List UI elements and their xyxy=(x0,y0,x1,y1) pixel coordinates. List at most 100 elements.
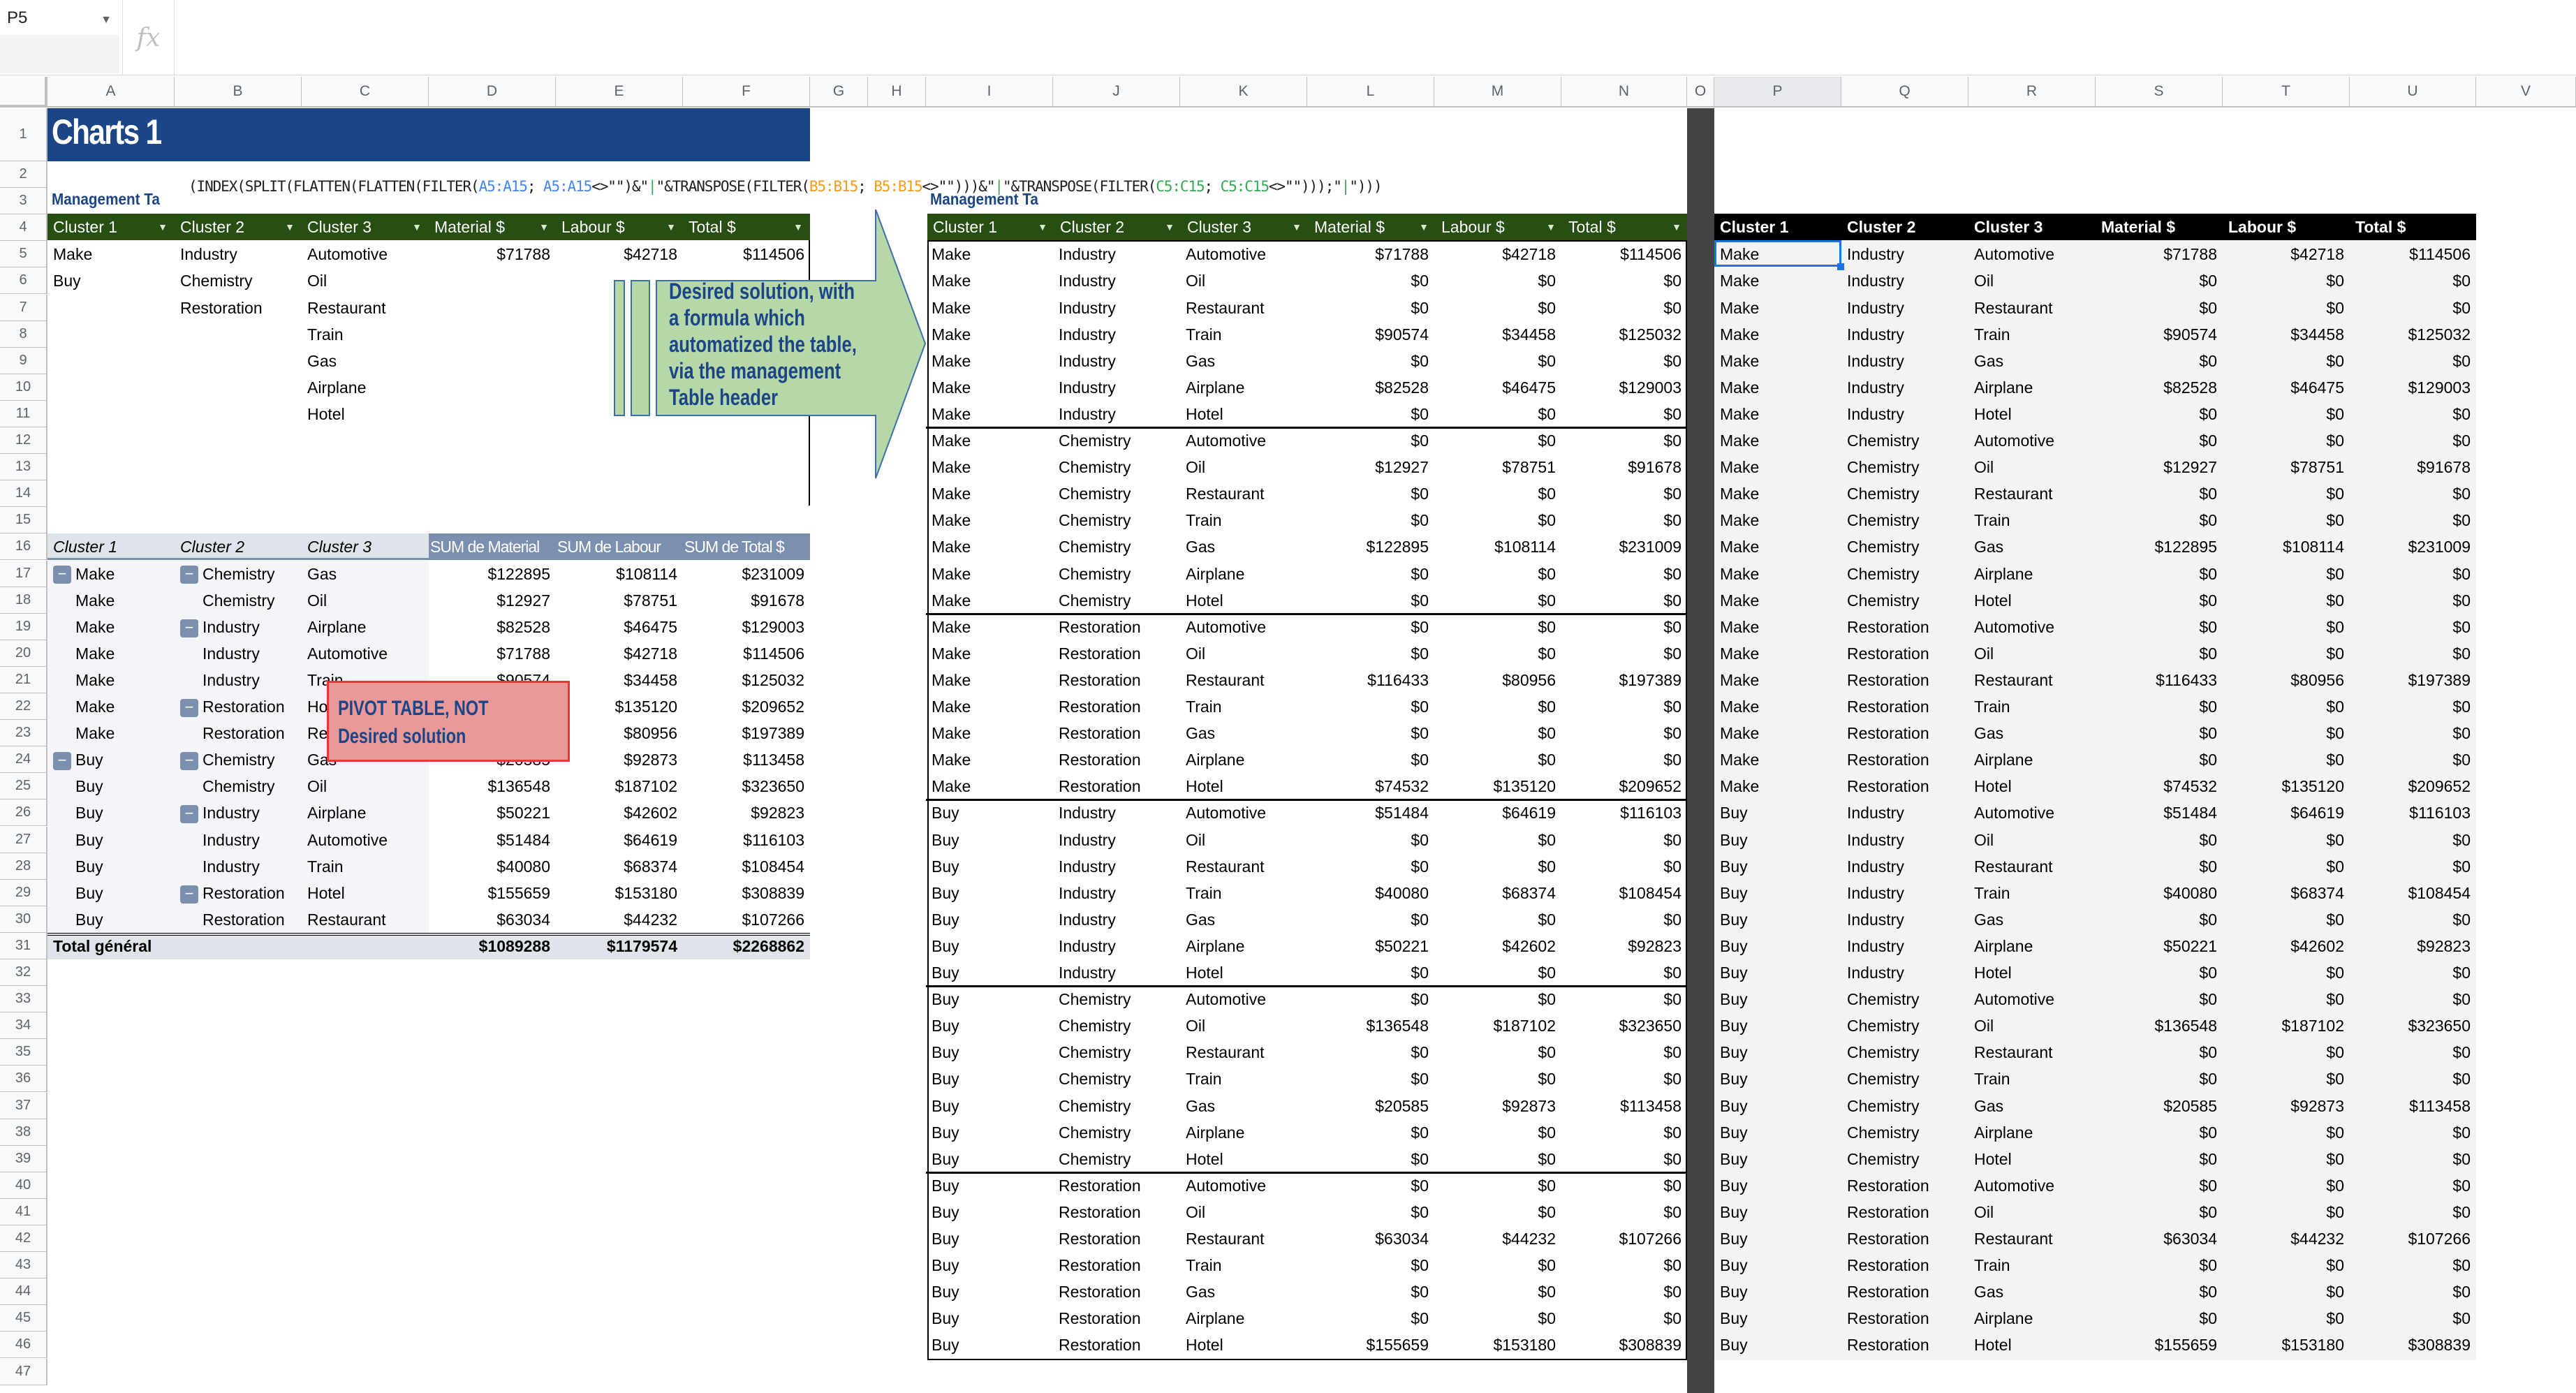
result-cell[interactable]: Hotel xyxy=(1968,1332,2096,1358)
result-cell[interactable]: $0 xyxy=(1307,827,1434,853)
pivot-material-cell[interactable]: $136548 xyxy=(429,773,556,799)
pivot-cluster3-cell[interactable]: Airplane xyxy=(302,799,429,826)
result-cell[interactable]: Hotel xyxy=(1180,1146,1307,1172)
pivot-cluster2-cell[interactable]: − Restoration xyxy=(175,880,302,906)
result-cell[interactable]: $50221 xyxy=(1307,933,1434,959)
result-cell[interactable]: Industry xyxy=(1053,853,1180,880)
result-cell[interactable]: Automotive xyxy=(1968,427,2096,454)
pivot-cluster1-cell[interactable]: Make xyxy=(47,693,175,720)
result-cell[interactable]: $71788 xyxy=(1307,241,1434,267)
header-cluster-1[interactable]: Cluster 1 ▼ xyxy=(927,214,1054,240)
result-cell[interactable]: Restoration xyxy=(1053,720,1180,746)
result-cell[interactable]: Oil xyxy=(1968,454,2096,480)
pivot-labour-cell[interactable]: $92873 xyxy=(556,746,683,773)
result-cell[interactable]: $34458 xyxy=(1434,321,1561,348)
pivot-cluster3-cell[interactable]: Automotive xyxy=(302,640,429,667)
result-cell[interactable]: $0 xyxy=(1307,1146,1434,1172)
result-cell[interactable]: $0 xyxy=(2350,267,2476,294)
result-cell[interactable]: $78751 xyxy=(2223,454,2350,480)
result-cell[interactable]: $74532 xyxy=(1307,773,1434,799)
pivot-cluster1-cell[interactable]: Buy xyxy=(47,853,175,880)
pivot-total-cell[interactable]: $231009 xyxy=(683,561,810,587)
column-header-V[interactable]: V xyxy=(2476,77,2576,108)
result-cell[interactable]: Train xyxy=(1968,321,2096,348)
row-header-26[interactable]: 26 xyxy=(0,799,47,827)
result-cell[interactable]: $0 xyxy=(1307,614,1434,640)
result-cell[interactable]: Buy xyxy=(926,1146,1053,1172)
result-cell[interactable]: $0 xyxy=(1307,959,1434,986)
result-cell[interactable]: $0 xyxy=(2096,720,2223,746)
row-header-5[interactable]: 5 xyxy=(0,241,47,268)
result-cell[interactable]: $0 xyxy=(2096,1066,2223,1092)
column-header-P[interactable]: P xyxy=(1714,77,1841,108)
pivot-cluster1-cell[interactable]: Make xyxy=(47,720,175,746)
result-cell[interactable]: Make xyxy=(926,295,1053,321)
result-cell[interactable]: Industry xyxy=(1841,295,1968,321)
filter-dropdown-icon[interactable]: ▼ xyxy=(412,214,422,240)
row-header-33[interactable]: 33 xyxy=(0,986,47,1013)
result-cell[interactable]: $0 xyxy=(2350,1252,2476,1278)
result-cell[interactable]: Buy xyxy=(926,1039,1053,1066)
result-cell[interactable]: Airplane xyxy=(1968,1119,2096,1146)
row-header-23[interactable]: 23 xyxy=(0,720,47,747)
result-cell[interactable]: $0 xyxy=(1307,1119,1434,1146)
result-cell[interactable]: $0 xyxy=(2096,1252,2223,1278)
result-cell[interactable]: Buy xyxy=(926,933,1053,959)
pivot-total-cell[interactable]: $197389 xyxy=(683,720,810,746)
pivot-cluster2-cell[interactable]: Chemistry xyxy=(175,587,302,614)
pivot-labour-cell[interactable]: $64619 xyxy=(556,827,683,853)
column-header-J[interactable]: J xyxy=(1053,77,1180,108)
result-cell[interactable]: $113458 xyxy=(2350,1093,2476,1119)
row-header-30[interactable]: 30 xyxy=(0,906,47,933)
row-header-41[interactable]: 41 xyxy=(0,1198,47,1225)
result-cell[interactable]: Make xyxy=(1714,720,1841,746)
result-cell[interactable]: $91678 xyxy=(1561,454,1687,480)
cluster3-value[interactable]: Oil xyxy=(302,267,429,294)
result-cell[interactable]: $0 xyxy=(2350,1305,2476,1332)
mgmt-cell[interactable]: Automotive xyxy=(302,241,429,267)
result-cell[interactable]: Make xyxy=(926,454,1053,480)
header-cluster-1[interactable]: Cluster 1 xyxy=(1714,214,1841,240)
result-cell[interactable]: $0 xyxy=(1434,295,1561,321)
pivot-cluster2-cell[interactable]: − Chemistry xyxy=(175,561,302,587)
result-cell[interactable]: Restoration xyxy=(1053,640,1180,667)
result-cell[interactable]: Restoration xyxy=(1053,1332,1180,1358)
result-cell[interactable]: $0 xyxy=(1434,561,1561,587)
row-header-38[interactable]: 38 xyxy=(0,1119,47,1146)
frozen-divider[interactable] xyxy=(1687,108,1714,1393)
result-cell[interactable]: $63034 xyxy=(2096,1225,2223,1252)
result-cell[interactable]: Make xyxy=(1714,507,1841,533)
result-cell[interactable]: $0 xyxy=(1307,1252,1434,1278)
result-cell[interactable]: $231009 xyxy=(1561,533,1687,560)
result-cell[interactable]: $197389 xyxy=(2350,667,2476,693)
pivot-total-cell[interactable]: $114506 xyxy=(683,640,810,667)
result-cell[interactable]: Airplane xyxy=(1180,746,1307,773)
result-cell[interactable]: Buy xyxy=(1714,906,1841,933)
result-cell[interactable]: $0 xyxy=(2223,853,2350,880)
pivot-material-cell[interactable]: $50221 xyxy=(429,799,556,826)
result-cell[interactable]: Buy xyxy=(1714,880,1841,906)
result-cell[interactable]: Make xyxy=(1714,693,1841,720)
cluster2-value[interactable]: Chemistry xyxy=(175,267,302,294)
result-cell[interactable]: $0 xyxy=(2350,640,2476,667)
pivot-labour-cell[interactable]: $153180 xyxy=(556,880,683,906)
pivot-labour-cell[interactable]: $187102 xyxy=(556,773,683,799)
cluster3-value[interactable]: Gas xyxy=(302,348,429,374)
result-cell[interactable]: Chemistry xyxy=(1841,587,1968,614)
pivot-total-cell[interactable]: $107266 xyxy=(683,906,810,933)
pivot-cluster2-cell[interactable]: − Restoration xyxy=(175,693,302,720)
result-cell[interactable]: Oil xyxy=(1180,267,1307,294)
result-cell[interactable]: $0 xyxy=(1307,853,1434,880)
result-cell[interactable]: Restoration xyxy=(1053,1278,1180,1305)
result-cell[interactable]: $0 xyxy=(1434,587,1561,614)
result-cell[interactable]: Automotive xyxy=(1180,427,1307,454)
result-cell[interactable]: $0 xyxy=(1434,1252,1561,1278)
result-cell[interactable]: Automotive xyxy=(1180,614,1307,640)
result-cell[interactable]: Industry xyxy=(1053,827,1180,853)
collapse-icon[interactable]: − xyxy=(180,619,198,637)
result-cell[interactable]: Industry xyxy=(1841,348,1968,374)
result-cell[interactable]: $42718 xyxy=(2223,241,2350,267)
row-header-3[interactable]: 3 xyxy=(0,188,47,215)
result-cell[interactable]: $0 xyxy=(2350,959,2476,986)
result-cell[interactable]: Chemistry xyxy=(1841,507,1968,533)
